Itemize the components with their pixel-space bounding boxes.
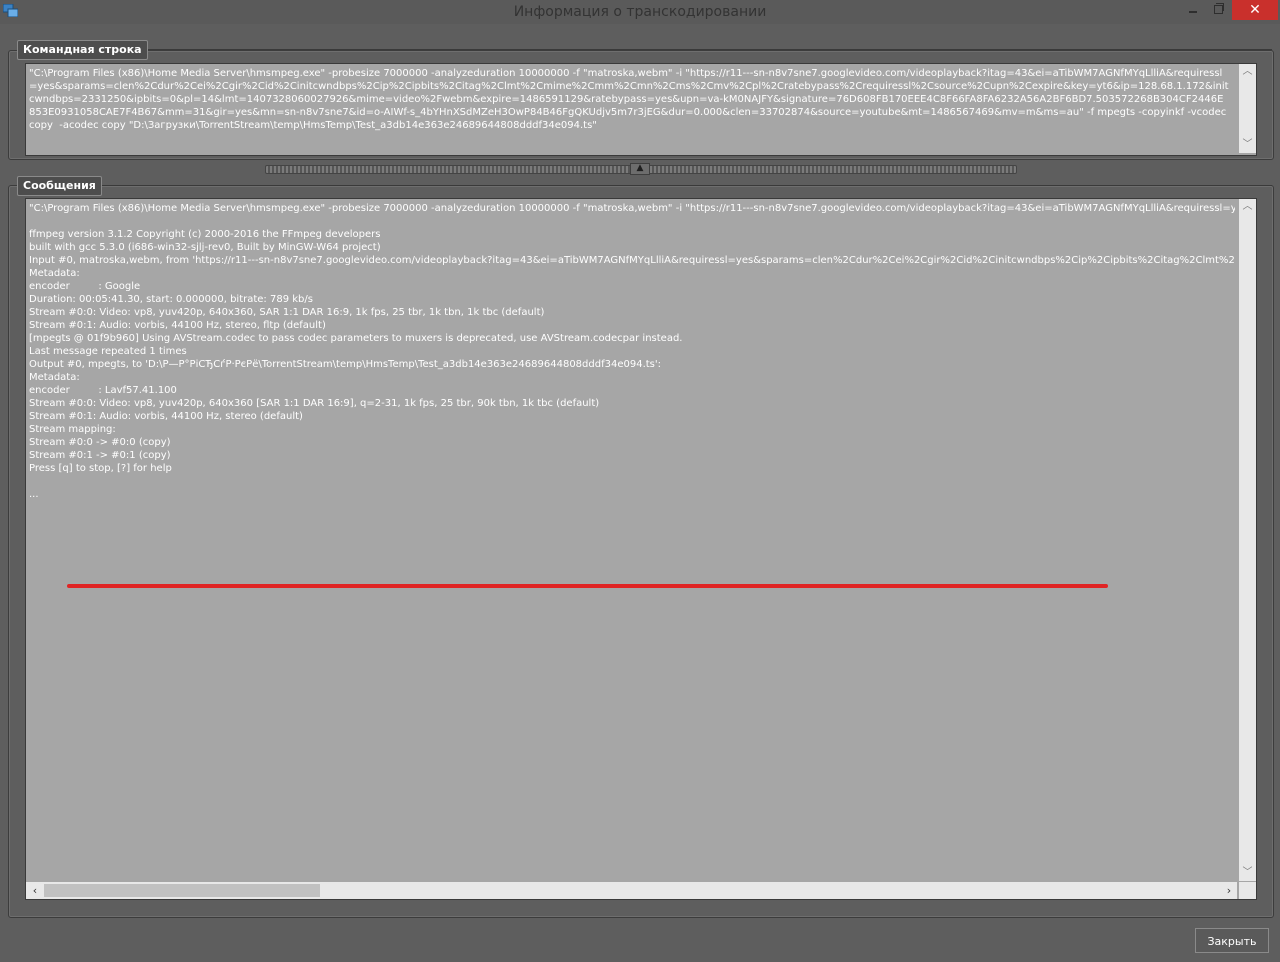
chevron-left-icon[interactable]: ‹ [27, 882, 43, 899]
command-line-text: "C:\Program Files (x86)\Home Media Serve… [29, 68, 1230, 131]
messages-label: Сообщения [17, 176, 102, 196]
restore-button[interactable] [1206, 0, 1230, 20]
chevron-down-icon[interactable]: ﹀ [1239, 137, 1256, 153]
chevron-up-icon[interactable]: ︿ [1239, 199, 1256, 215]
messages-horizontal-scrollbar[interactable]: ‹ › [26, 882, 1237, 899]
horizontal-scroll-thumb[interactable] [44, 884, 320, 897]
messages-textbox[interactable]: "C:\Program Files (x86)\Home Media Serve… [25, 198, 1257, 900]
messages-text: "C:\Program Files (x86)\Home Media Serve… [29, 203, 1235, 500]
close-button[interactable]: Закрыть [1195, 928, 1269, 953]
window-title: Информация о транскодировании [513, 4, 767, 20]
group-divider [96, 185, 1272, 186]
group-divider [142, 49, 1272, 50]
command-vertical-scrollbar[interactable]: ︿ ﹀ [1239, 64, 1256, 153]
chevron-up-icon[interactable]: ︿ [1239, 64, 1256, 80]
splitter-toggle-button[interactable]: ▲ [630, 163, 650, 175]
annotation-red-line [67, 584, 1108, 588]
close-window-button[interactable]: ✕ [1232, 0, 1278, 20]
messages-vertical-scrollbar[interactable]: ︿ ﹀ [1239, 199, 1256, 881]
chevron-right-icon[interactable]: › [1221, 882, 1237, 899]
minimize-button[interactable] [1180, 0, 1206, 20]
close-icon: ✕ [1249, 2, 1261, 18]
command-line-label: Командная строка [17, 40, 148, 60]
chevron-down-icon[interactable]: ﹀ [1239, 865, 1256, 881]
scrollbar-corner [1239, 882, 1256, 899]
title-bar: Информация о транскодировании ✕ [0, 0, 1280, 24]
minimize-icon [1189, 11, 1197, 13]
command-line-textbox[interactable]: "C:\Program Files (x86)\Home Media Serve… [25, 63, 1257, 156]
